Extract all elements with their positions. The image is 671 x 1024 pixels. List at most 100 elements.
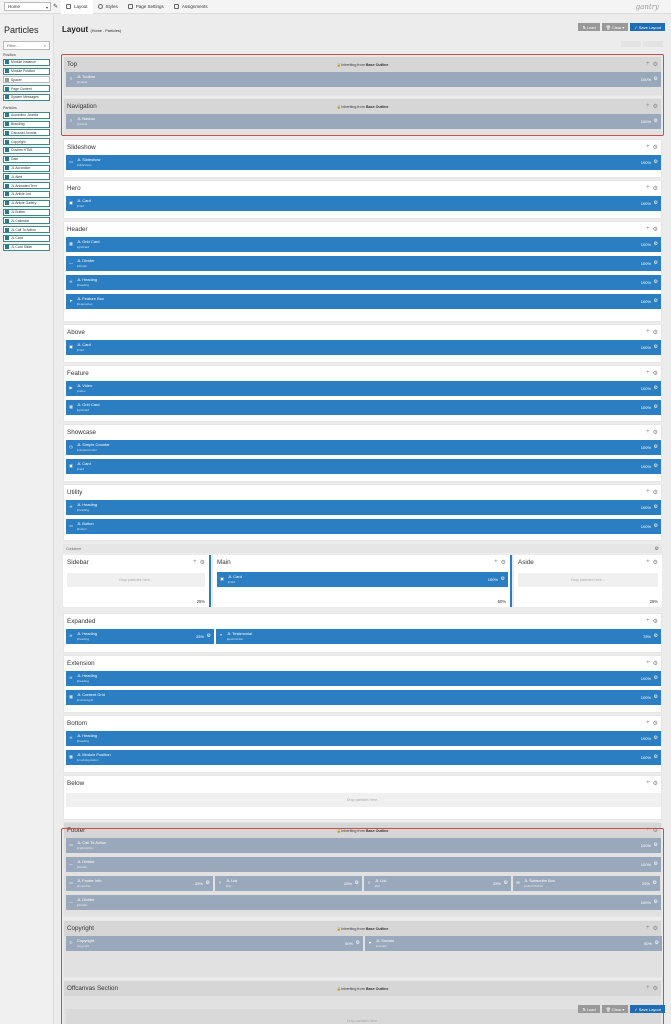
gear-icon[interactable]: ⚙ xyxy=(501,559,506,566)
tab-layout[interactable]: Layout xyxy=(61,0,93,14)
plus-icon[interactable]: + xyxy=(646,429,650,436)
gear-icon[interactable]: ⚙ xyxy=(653,329,658,336)
particle-item[interactable]: Branding xyxy=(3,120,50,128)
particle-item[interactable]: JL Article List xyxy=(3,190,50,198)
gear-icon[interactable]: ⚙ xyxy=(654,754,658,760)
particle-block[interactable]: H JL Heading jlheading 100% ⚙ xyxy=(66,275,661,290)
gear-icon[interactable]: ⚙ xyxy=(654,633,658,639)
particle-item[interactable]: Carousel Joomla xyxy=(3,129,50,137)
particle-block[interactable]: ▶ JL Video jlvideo 100% ⚙ xyxy=(66,381,661,396)
gear-icon[interactable]: ⚙ xyxy=(653,780,658,787)
gear-icon[interactable]: ⚙ xyxy=(653,429,658,436)
undo-button[interactable] xyxy=(621,41,641,47)
gear-icon[interactable]: ⚙ xyxy=(654,444,658,450)
gear-icon[interactable]: ⚙ xyxy=(654,241,658,247)
particle-block[interactable]: ◷ JL Simple Counter jlsimplecounter 100% ⚙ xyxy=(66,440,661,455)
filter-input[interactable]: Filter... ⌕ xyxy=(3,41,50,50)
gear-icon[interactable]: ⚙ xyxy=(654,344,658,350)
particle-item[interactable]: Spacer xyxy=(3,76,50,84)
plus-icon[interactable]: + xyxy=(646,660,650,667)
gear-icon[interactable]: ⚙ xyxy=(207,633,211,639)
gear-icon[interactable]: ⚙ xyxy=(653,489,658,496)
gear-icon[interactable]: ⚙ xyxy=(654,504,658,510)
edit-outline-icon[interactable]: ✎ xyxy=(53,3,61,10)
particle-item[interactable]: Accordion Joomla xyxy=(3,111,50,119)
redo-button[interactable] xyxy=(643,41,663,47)
gear-icon[interactable]: ⚙ xyxy=(653,185,658,192)
particle-item[interactable]: JL Accordion xyxy=(3,164,50,172)
particle-block[interactable]: ▭ JL Button jlbutton 100% ⚙ xyxy=(66,519,661,534)
save-layout-button-bottom[interactable]: ✓ Save Layout xyxy=(630,1005,665,1013)
particle-block[interactable]: H JL Heading jlheading 25% ⚙ xyxy=(66,629,214,644)
save-layout-button[interactable]: ✓ Save Layout xyxy=(630,23,665,31)
particle-block[interactable]: ➤ JL Feature Box jlfeaturebox 100% ⚙ xyxy=(66,294,661,309)
tab-styles[interactable]: Styles xyxy=(93,0,123,14)
particle-item[interactable]: Copyright xyxy=(3,138,50,146)
gear-icon[interactable]: ⚙ xyxy=(653,559,658,566)
gear-icon[interactable]: ⚙ xyxy=(653,144,658,151)
particle-item[interactable]: JL Animated Text xyxy=(3,182,50,190)
particle-block[interactable]: ▣ JL Card jlcard 100% ⚙ xyxy=(217,572,508,587)
particle-item[interactable]: System Messages xyxy=(3,93,50,101)
plus-icon[interactable]: + xyxy=(646,226,650,233)
gear-icon[interactable]: ⚙ xyxy=(654,200,658,206)
load-button[interactable]: ⇅ Load xyxy=(578,23,600,31)
gear-icon[interactable]: ⚙ xyxy=(654,675,658,681)
drop-zone[interactable]: Drop particles here... xyxy=(66,793,661,807)
gear-icon[interactable]: ⚙ xyxy=(653,370,658,377)
gear-icon[interactable]: ⚙ xyxy=(654,735,658,741)
tab-page-settings[interactable]: Page Settings xyxy=(123,0,169,14)
particle-item[interactable]: JL Article Gallery xyxy=(3,199,50,207)
particle-block[interactable]: ❝ JL Testimonial jltestimonial 75% ⚙ xyxy=(216,629,661,644)
gear-icon[interactable]: ⚙ xyxy=(653,720,658,727)
particle-item[interactable]: JL Alert xyxy=(3,173,50,181)
plus-icon[interactable]: + xyxy=(646,185,650,192)
gear-icon[interactable]: ⚙ xyxy=(655,546,659,552)
particle-item[interactable]: Module Position xyxy=(3,67,50,75)
gear-icon[interactable]: ⚙ xyxy=(654,404,658,410)
particle-item[interactable]: JL Call To Action xyxy=(3,226,50,234)
particle-block[interactable]: ▦ JL Grid Card jlgridcard 100% ⚙ xyxy=(66,237,661,252)
gear-icon[interactable]: ⚙ xyxy=(501,576,505,582)
plus-icon[interactable]: + xyxy=(646,559,650,566)
plus-icon[interactable]: + xyxy=(494,559,498,566)
plus-icon[interactable]: + xyxy=(646,144,650,151)
particle-block[interactable]: H JL Heading jlheading 100% ⚙ xyxy=(66,671,661,686)
plus-icon[interactable]: + xyxy=(646,489,650,496)
gear-icon[interactable]: ⚙ xyxy=(653,660,658,667)
gear-icon[interactable]: ⚙ xyxy=(653,226,658,233)
particle-block[interactable]: ▦ JL Content Grid jlcontentgrid 100% ⚙ xyxy=(66,690,661,705)
particle-block[interactable]: ▦ JL Module Position jlmoduleposition 100% ⚙ xyxy=(66,750,661,765)
particle-item[interactable]: Module Instance xyxy=(3,58,50,66)
particle-item[interactable]: Custom HTML xyxy=(3,146,50,154)
gear-icon[interactable]: ⚙ xyxy=(654,463,658,469)
gear-icon[interactable]: ⚙ xyxy=(654,298,658,304)
gear-icon[interactable]: ⚙ xyxy=(200,559,205,566)
gear-icon[interactable]: ⚙ xyxy=(654,523,658,529)
particle-item[interactable]: JL Calendar xyxy=(3,217,50,225)
plus-icon[interactable]: + xyxy=(193,559,197,566)
plus-icon[interactable]: + xyxy=(646,329,650,336)
tab-assignments[interactable]: Assignments xyxy=(169,0,213,14)
gear-icon[interactable]: ⚙ xyxy=(654,385,658,391)
particle-item[interactable]: JL Card xyxy=(3,234,50,242)
clear-button[interactable]: 🗑 Clear ▾ xyxy=(601,23,629,31)
particle-block[interactable]: ▦ JL Grid Card jlgridcard 100% ⚙ xyxy=(66,400,661,415)
particle-item[interactable]: JL Card Slider xyxy=(3,243,50,251)
plus-icon[interactable]: + xyxy=(646,780,650,787)
particle-block[interactable]: ▣ JL Card jlcard 100% ⚙ xyxy=(66,340,661,355)
gear-icon[interactable]: ⚙ xyxy=(654,159,658,165)
particle-block[interactable]: H JL Heading jlheading 100% ⚙ xyxy=(66,731,661,746)
particle-item[interactable]: JL Button xyxy=(3,208,50,216)
particle-block[interactable]: ▣ JL Card jlcard 100% ⚙ xyxy=(66,459,661,474)
particle-block[interactable]: ▣ JL Card jlcard 100% ⚙ xyxy=(66,196,661,211)
drop-zone[interactable]: Drop particles here... xyxy=(67,573,205,587)
drop-zone[interactable]: Drop particles here... xyxy=(518,573,658,587)
particle-item[interactable]: Date xyxy=(3,155,50,163)
gear-icon[interactable]: ⚙ xyxy=(654,279,658,285)
plus-icon[interactable]: + xyxy=(646,618,650,625)
plus-icon[interactable]: + xyxy=(646,720,650,727)
particle-block[interactable]: H JL Heading jlheading 100% ⚙ xyxy=(66,500,661,515)
clear-button-bottom[interactable]: 🗑 Clear ▾ xyxy=(601,1005,629,1013)
outline-select[interactable]: Home ▾ xyxy=(4,2,51,11)
